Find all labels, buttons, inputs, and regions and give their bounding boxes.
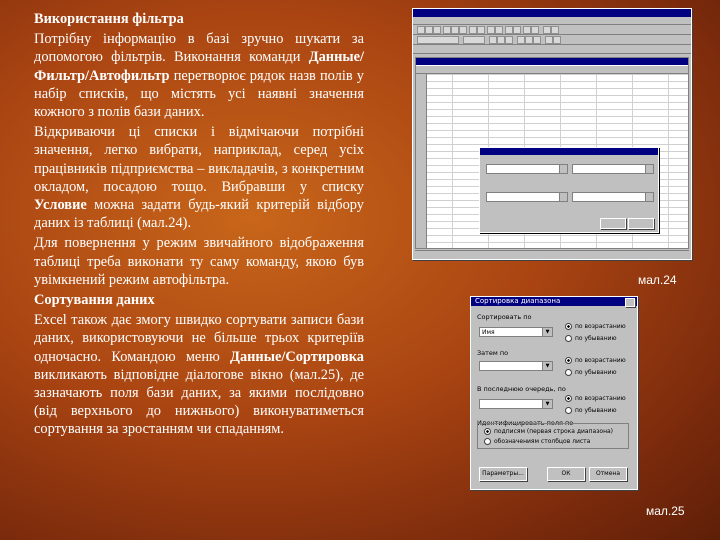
heading-sorting: Сортування даних — [34, 292, 155, 309]
filter-ok-button[interactable] — [600, 218, 626, 229]
sort-dialog-screenshot: Сортировка диапазона Сортировать по Имя … — [470, 296, 638, 490]
close-icon[interactable] — [625, 298, 635, 307]
excel-toolbar-2 — [413, 35, 691, 45]
last-by-combo[interactable] — [479, 399, 553, 409]
then-by-combo[interactable] — [479, 361, 553, 371]
filter-condition-combo[interactable] — [486, 164, 568, 174]
sort2-descending-radio[interactable]: по убыванию — [565, 369, 617, 376]
sort1-ascending-radio[interactable]: по возрастанию — [565, 323, 626, 330]
then-by-label: Затем по — [477, 349, 509, 357]
caption-fig25: мал.25 — [646, 504, 685, 518]
paragraph-2-text: Відкриваючи ці списки і відмічаючи потрі… — [34, 124, 364, 195]
sort3-ascending-radio[interactable]: по возрастанию — [565, 395, 626, 402]
excel-status-bar — [415, 250, 689, 257]
sort-dialog-title: Сортировка диапазона — [471, 297, 637, 306]
excel-menu-bar — [413, 17, 691, 25]
text-column: Використання фільтра Потрібну інформацію… — [34, 10, 364, 441]
paragraph-4-bold: Данные/Сортировка — [230, 348, 364, 365]
column-headers — [416, 66, 688, 74]
paragraph-2-bold: Условие — [34, 197, 87, 214]
filter-condition-combo-2[interactable] — [486, 192, 568, 202]
row-headers — [416, 74, 427, 248]
sort3-descending-radio[interactable]: по убыванию — [565, 407, 617, 414]
filter-cancel-button[interactable] — [628, 218, 654, 229]
excel-filter-screenshot — [412, 8, 692, 260]
filter-dialog-title — [480, 148, 658, 155]
sort2-ascending-radio[interactable]: по возрастанию — [565, 357, 626, 364]
paragraph-2: Відкриваючи ці списки і відмічаючи потрі… — [34, 123, 364, 232]
caption-fig24: мал.24 — [638, 273, 677, 287]
custom-filter-dialog — [479, 147, 659, 233]
params-button[interactable]: Параметры... — [479, 467, 527, 481]
header-columns-radio[interactable]: обозначениям столбцов листа — [484, 438, 590, 445]
sort-by-label: Сортировать по — [477, 313, 532, 321]
sort-by-combo[interactable]: Имя — [479, 327, 553, 337]
paragraph-4-end: викликають відповідне діалогове вікно (м… — [34, 366, 364, 438]
header-labels-radio[interactable]: подписям (первая строка диапазона) — [484, 428, 613, 435]
cancel-button[interactable]: Отмена — [589, 467, 627, 481]
heading-filter: Використання фільтра — [34, 11, 184, 27]
paragraph-3: Для повернення у режим звичайного відобр… — [34, 235, 364, 288]
excel-title-bar — [413, 9, 691, 17]
filter-value-combo-2[interactable] — [572, 192, 654, 202]
sheet-title-bar — [416, 58, 688, 65]
header-option-group: подписям (первая строка диапазона) обозн… — [477, 423, 629, 449]
excel-formula-bar — [413, 45, 691, 54]
paragraph-1: Потрібну інформацію в базі зручно шукати… — [34, 30, 364, 121]
last-by-label: В последнюю очередь, по — [477, 385, 566, 393]
sort1-descending-radio[interactable]: по убыванию — [565, 335, 617, 342]
excel-toolbar-1 — [413, 25, 691, 35]
paragraph-4: Excel також дає змогу швидко сортувати з… — [34, 311, 364, 438]
ok-button[interactable]: ОК — [547, 467, 585, 481]
filter-value-combo[interactable] — [572, 164, 654, 174]
